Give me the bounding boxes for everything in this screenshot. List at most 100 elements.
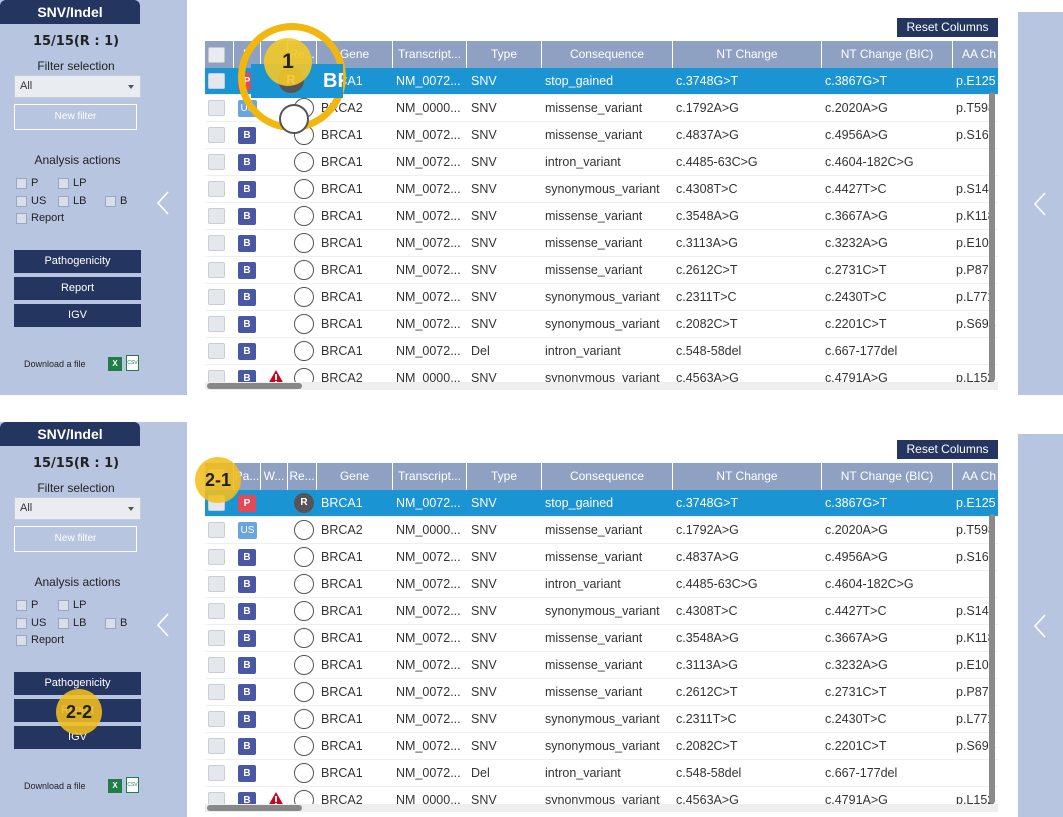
header-transcript[interactable]: Transcript...: [393, 41, 467, 68]
header-warning[interactable]: W...: [261, 463, 288, 490]
review-status-icon[interactable]: [294, 206, 314, 226]
header-review[interactable]: Re...: [288, 463, 317, 490]
table-row[interactable]: B BRCA1 NM_0072... SNV synonymous_variant c.2…: [205, 284, 998, 311]
checkbox-box[interactable]: [16, 212, 27, 224]
review-status-icon[interactable]: [294, 628, 314, 648]
table-row[interactable]: B BRCA1 NM_0072... SNV synonymous_variant c.2…: [205, 311, 998, 338]
collapse-left-icon[interactable]: [157, 613, 169, 637]
table-row[interactable]: B BRCA1 NM_0072... SNV intron_variant c.4485-…: [205, 149, 998, 176]
scroll-thumb[interactable]: [207, 805, 302, 811]
checkbox-report[interactable]: Report: [16, 212, 64, 224]
table-row[interactable]: B BRCA1 NM_0072... SNV missense_variant c.311…: [205, 230, 998, 257]
header-nt-change-bic[interactable]: NT Change (BIC): [822, 41, 953, 68]
excel-icon[interactable]: X: [108, 779, 122, 793]
table-row[interactable]: B BRCA1 NM_0072... SNV missense_variant c.261…: [205, 257, 998, 284]
row-checkbox[interactable]: [208, 765, 225, 781]
report-button[interactable]: Report: [14, 277, 141, 300]
checkbox-box[interactable]: [58, 617, 69, 629]
checkbox-box[interactable]: [58, 195, 69, 207]
collapse-left-icon[interactable]: [157, 191, 169, 215]
csv-icon[interactable]: CSV: [126, 355, 139, 371]
header-nt-change-bic[interactable]: NT Change (BIC): [822, 463, 953, 490]
row-checkbox[interactable]: [208, 262, 225, 278]
header-aa-change[interactable]: AA Ch: [953, 463, 998, 490]
reset-columns-button[interactable]: Reset Columns: [897, 440, 998, 459]
review-status-icon[interactable]: [294, 574, 314, 594]
table-row[interactable]: B BRCA1 NM_0072... SNV synonymous_variant c.4…: [205, 598, 998, 625]
review-status-icon[interactable]: [294, 682, 314, 702]
row-checkbox[interactable]: [208, 684, 225, 700]
horizontal-scrollbar[interactable]: [205, 382, 998, 390]
row-checkbox[interactable]: [208, 738, 225, 754]
scroll-thumb[interactable]: [207, 383, 302, 389]
checkbox-us[interactable]: US: [16, 195, 46, 207]
checkbox-box[interactable]: [16, 617, 27, 629]
checkbox-p[interactable]: P: [16, 599, 38, 611]
row-checkbox[interactable]: [208, 576, 225, 592]
table-row[interactable]: B BRCA1 NM_0072... SNV synonymous_variant c.2…: [205, 733, 998, 760]
collapse-right-icon[interactable]: [1034, 614, 1046, 638]
checkbox-box[interactable]: [105, 195, 116, 207]
row-checkbox[interactable]: [208, 181, 225, 197]
row-checkbox[interactable]: [208, 235, 225, 251]
header-consequence[interactable]: Consequence: [542, 41, 673, 68]
sidebar-tab-snv-indel[interactable]: SNV/Indel: [0, 422, 140, 446]
row-checkbox[interactable]: [208, 73, 225, 89]
row-checkbox[interactable]: [208, 343, 225, 359]
filter-select[interactable]: All: [14, 497, 141, 520]
table-row[interactable]: B BRCA1 NM_0072... Del intron_variant c.548-5…: [205, 338, 998, 365]
checkbox-box[interactable]: [16, 177, 27, 189]
row-checkbox[interactable]: [208, 289, 225, 305]
checkbox-box[interactable]: [58, 177, 69, 189]
review-status-icon[interactable]: [294, 260, 314, 280]
checkbox-box[interactable]: [16, 195, 27, 207]
table-row[interactable]: P R BRCA1 NM_0072... SNV stop_gained c.3748G>T…: [205, 490, 998, 517]
excel-icon[interactable]: X: [108, 357, 122, 371]
checkbox-lb[interactable]: LB: [58, 195, 86, 207]
review-status-icon[interactable]: [294, 655, 314, 675]
checkbox-lb[interactable]: LB: [58, 617, 86, 629]
checkbox-us[interactable]: US: [16, 617, 46, 629]
checkbox-lp[interactable]: LP: [58, 599, 86, 611]
checkbox-lp[interactable]: LP: [58, 177, 86, 189]
checkbox-b[interactable]: B: [105, 195, 127, 207]
review-status-icon[interactable]: [294, 520, 314, 540]
row-checkbox[interactable]: [208, 316, 225, 332]
row-checkbox[interactable]: [208, 549, 225, 565]
table-row[interactable]: B BRCA1 NM_0072... SNV missense_variant c.261…: [205, 679, 998, 706]
horizontal-scrollbar[interactable]: [205, 804, 998, 812]
review-status-icon[interactable]: [294, 736, 314, 756]
review-status-icon[interactable]: [294, 601, 314, 621]
table-row[interactable]: B BRCA1 NM_0072... Del intron_variant c.548-5…: [205, 760, 998, 787]
checkbox-b[interactable]: B: [105, 617, 127, 629]
table-row[interactable]: B BRCA1 NM_0072... SNV intron_variant c.4485-…: [205, 571, 998, 598]
collapse-right-icon[interactable]: [1034, 192, 1046, 216]
table-row[interactable]: B BRCA1 NM_0072... SNV missense_variant c.311…: [205, 652, 998, 679]
review-status-icon[interactable]: [294, 341, 314, 361]
vertical-scrollbar[interactable]: [989, 92, 995, 382]
review-status-icon[interactable]: [294, 547, 314, 567]
review-status-icon[interactable]: [294, 763, 314, 783]
header-type[interactable]: Type: [467, 41, 542, 68]
vertical-scrollbar[interactable]: [989, 514, 995, 804]
table-row[interactable]: US BRCA2 NM_0000... SNV missense_variant c.17…: [205, 517, 998, 544]
table-row[interactable]: B BRCA1 NM_0072... SNV missense_variant c.354…: [205, 625, 998, 652]
csv-icon[interactable]: CSV: [126, 777, 139, 793]
table-row[interactable]: B BRCA1 NM_0072... SNV synonymous_variant c.4…: [205, 176, 998, 203]
row-checkbox[interactable]: [208, 522, 225, 538]
header-type[interactable]: Type: [467, 463, 542, 490]
checkbox-box[interactable]: [16, 599, 27, 611]
table-row[interactable]: B BRCA1 NM_0072... SNV missense_variant c.483…: [205, 544, 998, 571]
review-status-icon[interactable]: R: [294, 493, 314, 513]
header-transcript[interactable]: Transcript...: [393, 463, 467, 490]
filter-select[interactable]: All: [14, 75, 141, 98]
row-checkbox[interactable]: [208, 100, 225, 116]
checkbox-box[interactable]: [16, 634, 27, 646]
checkbox-box[interactable]: [105, 617, 116, 629]
select-all-checkbox[interactable]: [208, 47, 225, 63]
review-status-icon[interactable]: [294, 314, 314, 334]
new-filter-button[interactable]: New filter: [14, 526, 137, 552]
row-checkbox[interactable]: [208, 127, 225, 143]
row-checkbox[interactable]: [208, 208, 225, 224]
checkbox-report[interactable]: Report: [16, 634, 64, 646]
